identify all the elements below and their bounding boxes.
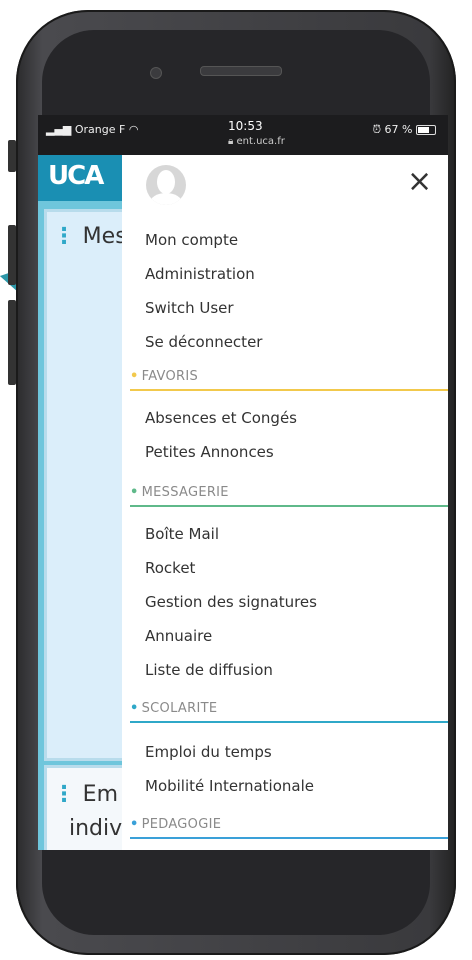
uca-logo: UCA — [48, 161, 104, 191]
battery-icon — [416, 125, 436, 135]
menu-item-liste-diffusion[interactable]: Liste de diffusion — [145, 661, 273, 679]
menu-item-logout[interactable]: Se déconnecter — [145, 333, 262, 351]
menu-item-emploi-du-temps[interactable]: Emploi du temps — [145, 743, 272, 761]
phone-screen: ▂▄▆ Orange F ◠ 10:53 🔒︎ ent.uca.fr ⏰︎ 67… — [38, 115, 448, 850]
wifi-icon: ◠ — [128, 123, 139, 136]
menu-item-mon-compte[interactable]: Mon compte — [145, 231, 238, 249]
section-dot-icon: • — [130, 817, 139, 832]
menu-item-switch-user[interactable]: Switch User — [145, 299, 234, 317]
url-bar[interactable]: 🔒︎ ent.uca.fr — [228, 136, 285, 147]
section-header-pedagogie: • PEDAGOGIE — [130, 817, 448, 839]
side-button-volume-up — [8, 225, 16, 285]
front-camera — [150, 67, 162, 79]
section-header-messagerie: • MESSAGERIE — [130, 485, 448, 507]
signal-icon: ▂▄▆ — [46, 123, 75, 136]
side-drawer-menu: × Mon compte Administration Switch User … — [122, 155, 448, 850]
side-button-volume-down — [8, 300, 16, 385]
section-dot-icon: • — [130, 701, 139, 716]
menu-item-administration[interactable]: Administration — [145, 265, 255, 283]
drag-handle-icon: ⋮ — [53, 224, 83, 249]
status-bar: ▂▄▆ Orange F ◠ 10:53 🔒︎ ent.uca.fr ⏰︎ 67… — [38, 115, 448, 155]
menu-item-rocket[interactable]: Rocket — [145, 559, 195, 577]
menu-item-absences[interactable]: Absences et Congés — [145, 409, 297, 427]
section-header-scolarite: • SCOLARITE — [130, 701, 448, 723]
menu-item-signatures[interactable]: Gestion des signatures — [145, 593, 317, 611]
earpiece-speaker — [200, 66, 282, 76]
clock: 10:53 — [228, 119, 263, 133]
alarm-icon: ⏰︎ — [372, 123, 385, 136]
section-header-favoris: • FAVORIS — [130, 369, 448, 391]
lock-icon: 🔒︎ — [228, 136, 237, 147]
drag-handle-icon: ⋮ — [53, 782, 83, 807]
menu-item-boite-mail[interactable]: Boîte Mail — [145, 525, 219, 543]
menu-item-mobilite[interactable]: Mobilité Internationale — [145, 777, 314, 795]
section-dot-icon: • — [130, 485, 139, 500]
avatar[interactable] — [146, 165, 186, 205]
battery-indicator: ⏰︎ 67 % — [372, 123, 436, 137]
menu-item-annuaire[interactable]: Annuaire — [145, 627, 212, 645]
close-icon[interactable]: × — [407, 167, 432, 197]
side-button-mute — [8, 140, 16, 172]
section-dot-icon: • — [130, 369, 139, 384]
carrier-label: ▂▄▆ Orange F ◠ — [46, 123, 139, 136]
menu-item-petites-annonces[interactable]: Petites Annonces — [145, 443, 274, 461]
